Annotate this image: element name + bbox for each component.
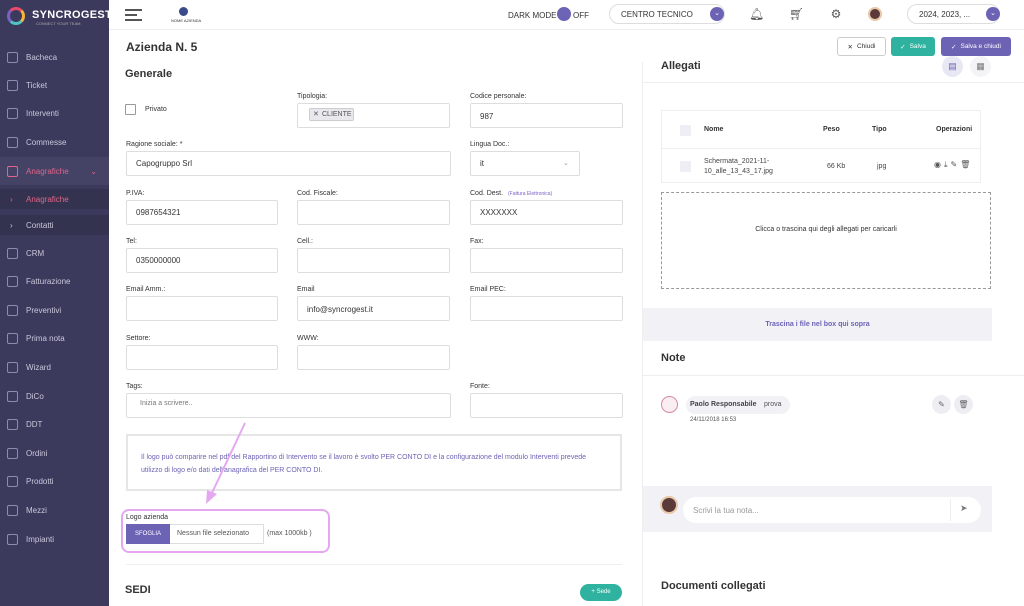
divider: [643, 82, 1024, 83]
divider: [950, 499, 951, 521]
column-header-operazioni: Operazioni: [936, 126, 973, 133]
attachment-operations: ◉⤓✎🗑︎: [934, 160, 973, 170]
grid-view-icon[interactable]: ▦: [970, 56, 991, 77]
column-header-peso: Peso: [823, 126, 840, 133]
attachment-name[interactable]: Schermata_2021-11-10_alle_13_43_17.jpg: [704, 157, 790, 177]
column-header-tipo: Tipo: [872, 126, 887, 133]
allegati-title: Allegati: [661, 60, 701, 72]
note-title: Note: [661, 352, 686, 364]
drag-hint-text: Trascina i file nel box qui sopra: [765, 321, 870, 328]
note-author: Paolo Responsabile: [690, 401, 757, 408]
note-input-placeholder: Scrivi la tua nota...: [693, 506, 759, 515]
add-sede-button[interactable]: + Sede: [580, 584, 622, 601]
annotation-arrow-head: [206, 490, 217, 504]
dropzone-text: Clicca o trascina qui degli allegati per…: [755, 226, 897, 233]
send-icon[interactable]: ➤: [960, 503, 968, 514]
divider: [126, 564, 622, 565]
row-checkbox[interactable]: [680, 161, 691, 172]
divider: [661, 148, 981, 149]
select-all-checkbox[interactable]: [680, 125, 691, 136]
note-date: 24/11/2018 16:53: [690, 417, 737, 423]
section-title-sedi: SEDI: [125, 584, 151, 596]
edit-icon[interactable]: ✎: [951, 160, 961, 169]
edit-note-button[interactable]: ✎: [932, 395, 951, 414]
trash-icon: 🗑︎: [958, 400, 969, 409]
delete-note-button[interactable]: 🗑︎: [954, 395, 973, 414]
avatar: [660, 496, 678, 514]
upload-dropzone[interactable]: [661, 192, 991, 289]
column-header-nome: Nome: [704, 126, 724, 133]
annotation-arrow-line: [210, 422, 246, 496]
documenti-collegati-title: Documenti collegati: [661, 580, 766, 592]
edit-icon: ✎: [938, 400, 945, 409]
trash-icon[interactable]: 🗑︎: [960, 160, 973, 169]
attachment-type: jpg: [877, 163, 887, 170]
divider: [643, 375, 1024, 376]
attachment-size: 66 Kb: [827, 163, 846, 170]
note-text: prova: [764, 401, 782, 408]
eye-icon[interactable]: ◉: [934, 160, 944, 169]
avatar: [661, 396, 678, 413]
list-view-icon[interactable]: ▤: [942, 56, 963, 77]
